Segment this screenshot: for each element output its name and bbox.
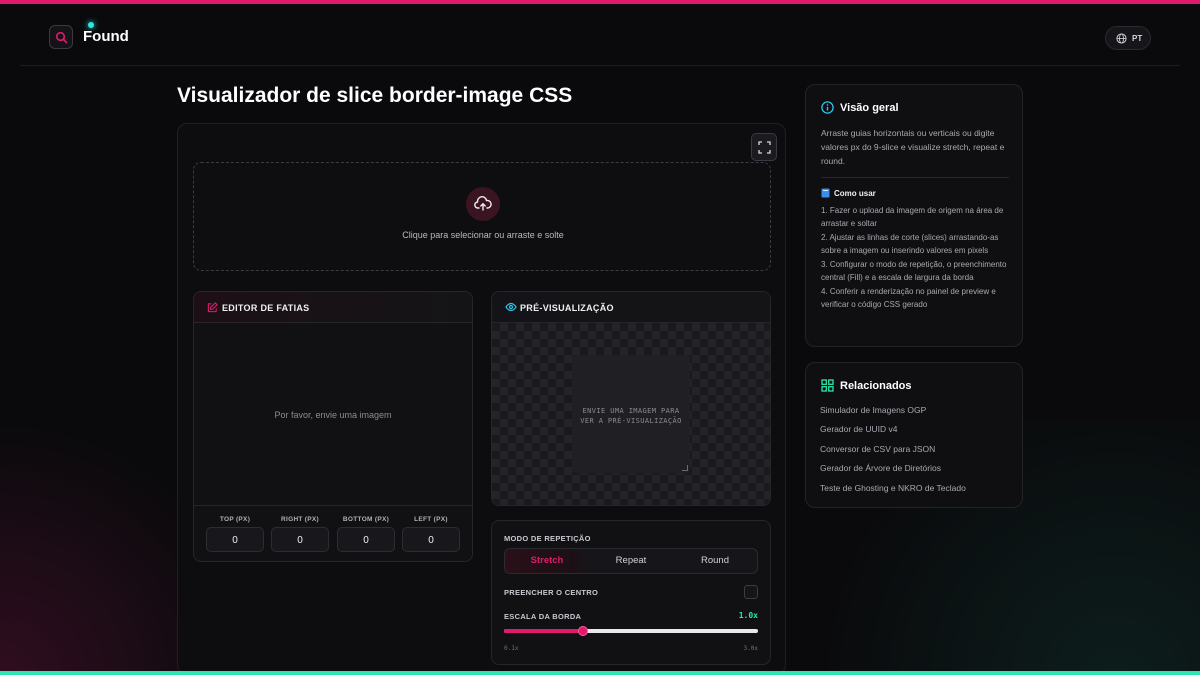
related-card: Relacionados Simulador de Imagens OGP Ge… — [805, 362, 1023, 508]
slider-fill — [504, 629, 583, 633]
globe-icon — [1116, 33, 1127, 44]
slice-values-row: TOP (PX) 0 RIGHT (PX) 0 BOTTOM (PX) 0 LE… — [194, 505, 472, 561]
border-scale-label: ESCALA DA BORDA — [504, 612, 582, 621]
slice-bottom-label: BOTTOM (PX) — [342, 516, 390, 523]
slice-editor-panel: EDITOR DE FATIAS Por favor, envie uma im… — [193, 291, 473, 562]
preview-title: PRÉ-VISUALIZAÇÃO — [520, 303, 614, 313]
language-label: PT — [1132, 34, 1143, 43]
slice-editor-title: EDITOR DE FATIAS — [222, 303, 310, 313]
howto-step: 3. Configurar o modo de repetição, o pre… — [821, 260, 1007, 282]
slider-max-label: 3.0x — [743, 645, 758, 652]
tool-card: Clique para selecionar ou arraste e solt… — [177, 123, 786, 675]
related-link-ogp[interactable]: Simulador de Imagens OGP — [820, 405, 926, 415]
howto-step: 2. Ajustar as linhas de corte (slices) a… — [821, 233, 999, 255]
slice-top-input[interactable]: 0 — [206, 527, 264, 552]
slice-right-label: RIGHT (PX) — [280, 516, 320, 523]
preview-header: PRÉ-VISUALIZAÇÃO — [492, 292, 770, 323]
info-icon — [821, 101, 834, 114]
upload-dropzone[interactable]: Clique para selecionar ou arraste e solt… — [193, 162, 771, 271]
related-title: Relacionados — [840, 380, 912, 392]
overview-description: Arraste guias horizontais ou verticais o… — [821, 128, 1005, 166]
howto-title: Como usar — [834, 189, 876, 198]
overview-divider — [821, 177, 1009, 178]
resize-handle[interactable] — [682, 465, 688, 471]
repeat-mode-label: MODO DE REPETIÇÃO — [504, 534, 591, 543]
slice-left-input[interactable]: 0 — [402, 527, 460, 552]
bottom-accent-bar — [0, 671, 1200, 675]
overview-card: Visão geral Arraste guias horizontais ou… — [805, 84, 1023, 347]
editor-empty-message: Por favor, envie uma imagem — [274, 410, 392, 420]
dropzone-text: Clique para selecionar ou arraste e solt… — [402, 230, 564, 240]
overview-title: Visão geral — [840, 102, 899, 114]
eye-icon — [505, 302, 517, 312]
fill-center-label: PREENCHER O CENTRO — [504, 588, 599, 597]
repeat-mode-selector: Stretch Repeat Round — [504, 548, 758, 574]
slice-bottom-input[interactable]: 0 — [337, 527, 395, 552]
fullscreen-icon — [758, 141, 771, 154]
page-title: Visualizador de slice border-image CSS — [177, 84, 573, 107]
slice-right-input[interactable]: 0 — [271, 527, 329, 552]
fill-center-checkbox[interactable] — [744, 585, 758, 599]
fullscreen-button[interactable] — [751, 133, 777, 161]
slice-editor-header: EDITOR DE FATIAS — [194, 292, 472, 323]
border-scale-slider[interactable] — [504, 626, 758, 636]
logo-search-icon[interactable] — [49, 25, 73, 49]
related-link-csv-json[interactable]: Conversor de CSV para JSON — [820, 444, 935, 454]
howto-step: 1. Fazer o upload da imagem de origem na… — [821, 206, 1004, 228]
language-button[interactable]: PT — [1105, 26, 1151, 50]
preview-panel: PRÉ-VISUALIZAÇÃO ENVIE UMA IMAGEM PARA V… — [491, 291, 771, 506]
site-header: Found PT — [20, 4, 1180, 66]
related-link-keyboard-test[interactable]: Teste de Ghosting e NKRO de Teclado — [820, 483, 966, 493]
slice-top-label: TOP (PX) — [219, 516, 251, 523]
preview-placeholder-line-2: VER A PRÉ-VISUALIZAÇÃO — [580, 417, 682, 425]
related-link-directory-tree[interactable]: Gerador de Árvore de Diretórios — [820, 463, 941, 473]
preview-placeholder-line-1: ENVIE UMA IMAGEM PARA — [582, 407, 680, 415]
mode-repeat-button[interactable]: Repeat — [589, 549, 673, 573]
preview-checkerboard: ENVIE UMA IMAGEM PARA VER A PRÉ-VISUALIZ… — [492, 323, 770, 505]
render-controls-panel: MODO DE REPETIÇÃO Stretch Repeat Round P… — [491, 520, 771, 665]
howto-step: 4. Conferir a renderização no painel de … — [821, 287, 996, 309]
slider-min-label: 0.1x — [504, 645, 519, 652]
slider-thumb[interactable] — [577, 626, 588, 636]
edit-icon — [207, 302, 218, 313]
howto-steps: 1. Fazer o upload da imagem de origem na… — [821, 205, 1016, 313]
mode-round-button[interactable]: Round — [673, 549, 757, 573]
book-icon — [821, 188, 830, 198]
border-scale-value: 1.0x — [738, 611, 758, 620]
brand-name[interactable]: Found — [83, 28, 129, 45]
mode-stretch-button[interactable]: Stretch — [505, 549, 589, 573]
preview-placeholder: ENVIE UMA IMAGEM PARA VER A PRÉ-VISUALIZ… — [572, 406, 690, 426]
cloud-upload-icon — [466, 187, 500, 221]
grid-icon — [821, 379, 834, 392]
slice-left-label: LEFT (PX) — [414, 516, 448, 523]
preview-element[interactable]: ENVIE UMA IMAGEM PARA VER A PRÉ-VISUALIZ… — [572, 355, 690, 473]
related-link-uuid[interactable]: Gerador de UUID v4 — [820, 424, 897, 434]
